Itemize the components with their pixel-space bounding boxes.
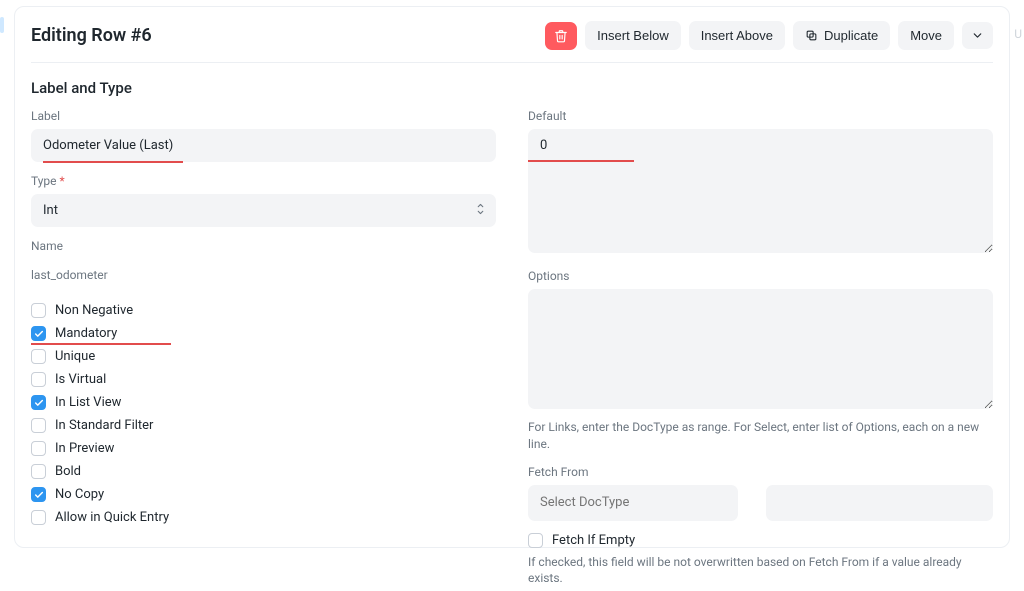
highlight-underline <box>43 161 183 163</box>
default-field-label: Default <box>528 109 993 123</box>
right-column: Default Options For Links, enter the Doc… <box>528 109 993 591</box>
checkbox-box <box>31 418 46 433</box>
highlight-underline <box>528 160 634 162</box>
checkbox-list: Non Negative Mandatory Unique Is Virtual In … <box>31 303 496 525</box>
options-textarea[interactable] <box>528 289 993 409</box>
name-field-row: Name last_odometer <box>31 239 496 291</box>
default-textarea[interactable] <box>528 129 993 253</box>
fetch-from-doctype-input[interactable] <box>528 485 738 521</box>
name-value: last_odometer <box>31 259 496 291</box>
checkbox-box <box>31 326 46 341</box>
chevrons-up-down-icon <box>475 202 486 220</box>
options-field-label: Options <box>528 269 993 283</box>
duplicate-icon <box>805 29 818 42</box>
checkbox-box <box>31 510 46 525</box>
checkbox-in_preview[interactable]: In Preview <box>31 441 496 456</box>
fetch-from-row <box>528 485 993 521</box>
checkbox-box <box>31 464 46 479</box>
fetch-if-empty-checkbox[interactable]: Fetch If Empty <box>528 533 993 548</box>
scroll-indicator <box>0 17 4 33</box>
section-title: Label and Type <box>31 79 993 97</box>
move-button[interactable]: Move <box>898 21 954 50</box>
checkbox-label: Allow in Quick Entry <box>55 510 169 525</box>
checkbox-bold[interactable]: Bold <box>31 464 496 479</box>
fetch-if-empty-help: If checked, this field will be not overw… <box>528 554 993 588</box>
checkbox-label: In Preview <box>55 441 114 456</box>
fetch-if-empty-label: Fetch If Empty <box>552 533 635 548</box>
checkbox-mandatory[interactable]: Mandatory <box>31 326 496 341</box>
default-field-row: Default <box>528 109 993 257</box>
label-field-row: Label <box>31 109 496 162</box>
checkbox-non_negative[interactable]: Non Negative <box>31 303 496 318</box>
type-select[interactable]: Int <box>31 194 496 227</box>
type-select-wrap: Int <box>31 194 496 227</box>
toolbar: Insert Below Insert Above Duplicate Move <box>545 21 993 50</box>
required-star: * <box>60 174 65 188</box>
checkbox-in_list_view[interactable]: In List View <box>31 395 496 410</box>
checkbox-in_std_filter[interactable]: In Standard Filter <box>31 418 496 433</box>
type-label-text: Type <box>31 174 57 188</box>
fetch-from-field-row: Fetch From <box>528 465 993 521</box>
label-input[interactable] <box>31 129 496 162</box>
checkbox-box <box>528 533 543 548</box>
checkbox-label: Bold <box>55 464 81 479</box>
checkbox-unique[interactable]: Unique <box>31 349 496 364</box>
checkbox-label: Mandatory <box>55 326 117 341</box>
checkbox-allow_quick[interactable]: Allow in Quick Entry <box>31 510 496 525</box>
checkbox-label: In List View <box>55 395 121 410</box>
editor-panel: Editing Row #6 Insert Below Insert Above… <box>14 6 1010 548</box>
insert-above-button[interactable]: Insert Above <box>689 21 785 50</box>
left-column: Label Type* Int Name last_odometer <box>31 109 496 591</box>
checkbox-label: Is Virtual <box>55 372 106 387</box>
options-help: For Links, enter the DocType as range. F… <box>528 419 993 453</box>
insert-below-button[interactable]: Insert Below <box>585 21 681 50</box>
checkbox-label: Unique <box>55 349 95 364</box>
checkbox-box <box>31 349 46 364</box>
highlight-underline <box>31 343 171 345</box>
columns: Label Type* Int Name last_odometer <box>31 109 993 591</box>
checkbox-box <box>31 303 46 318</box>
checkbox-label: Non Negative <box>55 303 133 318</box>
checkbox-label: No Copy <box>55 487 104 502</box>
decor-letter: U <box>1014 27 1022 41</box>
checkbox-no_copy[interactable]: No Copy <box>31 487 496 502</box>
chevron-down-icon <box>971 29 984 42</box>
type-field-row: Type* Int <box>31 174 496 227</box>
checkbox-label: In Standard Filter <box>55 418 153 433</box>
checkbox-box <box>31 395 46 410</box>
checkbox-box <box>31 487 46 502</box>
checkbox-box <box>31 372 46 387</box>
options-field-row: Options For Links, enter the DocType as … <box>528 269 993 453</box>
label-field-label: Label <box>31 109 496 123</box>
name-field-label: Name <box>31 239 496 253</box>
delete-button[interactable] <box>545 22 577 50</box>
checkbox-box <box>31 441 46 456</box>
panel-header: Editing Row #6 Insert Below Insert Above… <box>31 21 993 63</box>
fetch-if-empty-row: Fetch If Empty If checked, this field wi… <box>528 533 993 588</box>
page-title: Editing Row #6 <box>31 25 152 46</box>
more-button[interactable] <box>962 22 993 49</box>
trash-icon <box>554 29 568 43</box>
fetch-from-field-input[interactable] <box>766 485 993 521</box>
checkbox-is_virtual[interactable]: Is Virtual <box>31 372 496 387</box>
type-field-label: Type* <box>31 174 496 188</box>
duplicate-button[interactable]: Duplicate <box>793 21 890 50</box>
fetch-from-label: Fetch From <box>528 465 993 479</box>
duplicate-label: Duplicate <box>824 28 878 43</box>
